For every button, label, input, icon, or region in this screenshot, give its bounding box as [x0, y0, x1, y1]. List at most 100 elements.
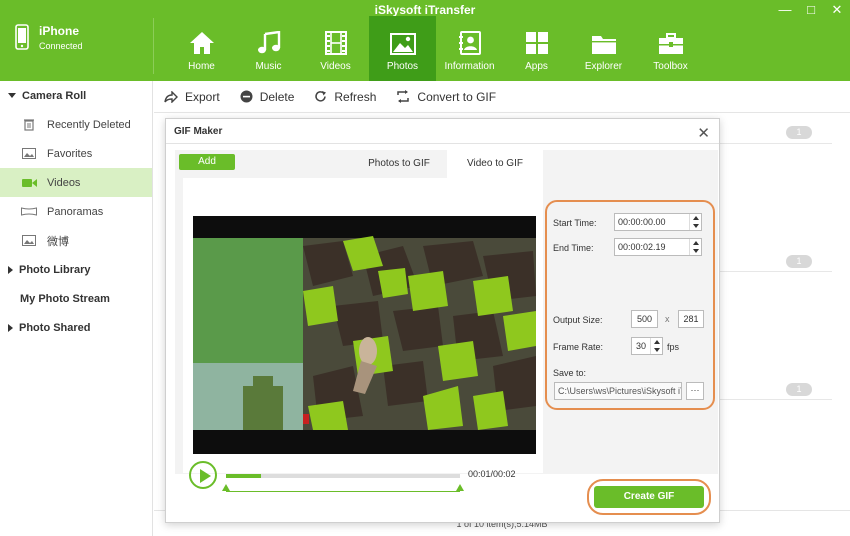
- nav-information[interactable]: Information: [436, 16, 503, 81]
- spinner-icon[interactable]: [650, 338, 662, 354]
- sidebar-item-recently-deleted[interactable]: Recently Deleted: [0, 110, 152, 139]
- tab-photos-to-gif[interactable]: Photos to GIF: [351, 150, 447, 178]
- home-icon: [189, 32, 214, 54]
- music-icon: [257, 31, 280, 54]
- tab-video-to-gif[interactable]: Video to GIF: [447, 150, 543, 178]
- nav-toolbox[interactable]: Toolbox: [637, 16, 704, 81]
- delete-icon: [240, 90, 253, 103]
- dialog-title: GIF Maker: [166, 119, 719, 144]
- trim-range: [226, 491, 460, 492]
- end-time-value: 00:00:02.19: [618, 242, 666, 252]
- nav-music[interactable]: Music: [235, 16, 302, 81]
- count-badge: 1: [786, 383, 812, 396]
- create-gif-button[interactable]: Create GIF: [594, 486, 704, 508]
- image-icon: [20, 235, 38, 246]
- nav-explorer[interactable]: Explorer: [570, 16, 637, 81]
- frame-rate-field[interactable]: 30: [631, 337, 663, 355]
- count-badge: 1: [786, 126, 812, 139]
- trim-end-handle[interactable]: [456, 484, 464, 491]
- nav-toolbox-label: Toolbox: [653, 61, 688, 72]
- sidebar-camera-roll-label: Camera Roll: [22, 89, 87, 102]
- save-to-label: Save to:: [553, 368, 587, 378]
- divider: [720, 143, 832, 144]
- sidebar-item-label: Favorites: [47, 147, 93, 160]
- device-status: Connected: [39, 41, 83, 51]
- nav-photos[interactable]: Photos: [369, 16, 436, 81]
- add-button[interactable]: Add: [179, 154, 235, 170]
- spinner-icon[interactable]: [689, 239, 701, 255]
- end-time-label: End Time:: [553, 243, 594, 253]
- window-controls: — □ ✕: [778, 2, 844, 18]
- refresh-button[interactable]: Refresh: [314, 90, 376, 104]
- convert-gif-button[interactable]: Convert to GIF: [396, 90, 496, 104]
- nav-videos[interactable]: Videos: [302, 16, 369, 81]
- apps-icon: [525, 32, 548, 54]
- spinner-icon[interactable]: [689, 214, 701, 230]
- sidebar-item-label: Recently Deleted: [47, 118, 131, 131]
- output-height-field[interactable]: 281: [678, 310, 704, 328]
- video-preview: [193, 216, 536, 454]
- maximize-button[interactable]: □: [804, 2, 818, 18]
- trash-icon: [20, 118, 38, 131]
- contacts-icon: [458, 31, 481, 55]
- nav-home[interactable]: Home: [168, 16, 235, 81]
- save-path-field[interactable]: C:\Users\ws\Pictures\iSkysoft iTra: [554, 382, 682, 400]
- toolbar: Export Delete Refresh Convert to GIF: [154, 81, 850, 113]
- sidebar: Camera Roll Recently Deleted Favorites V…: [0, 81, 153, 536]
- sidebar-photo-shared[interactable]: Photo Shared: [0, 313, 152, 342]
- delete-button[interactable]: Delete: [240, 89, 295, 104]
- sidebar-camera-roll[interactable]: Camera Roll: [0, 81, 152, 110]
- export-button[interactable]: Export: [164, 90, 220, 104]
- close-window-button[interactable]: ✕: [830, 2, 844, 18]
- divider: [153, 18, 154, 74]
- settings-highlight: [545, 200, 715, 410]
- device-info[interactable]: iPhone Connected: [15, 24, 83, 51]
- progress-bar[interactable]: [226, 474, 460, 478]
- image-icon: [20, 148, 38, 159]
- chevron-right-icon: [8, 265, 13, 274]
- convert-gif-label: Convert to GIF: [417, 89, 497, 104]
- browse-button[interactable]: ···: [686, 382, 704, 400]
- output-size-label: Output Size:: [553, 315, 603, 325]
- main-nav: Home Music Videos Photos Information App…: [168, 16, 704, 81]
- folder-icon: [591, 36, 616, 54]
- toolbox-icon: [658, 33, 683, 54]
- end-time-field[interactable]: 00:00:02.19: [614, 238, 702, 256]
- divider: [720, 271, 832, 272]
- sidebar-my-photo-stream[interactable]: My Photo Stream: [0, 284, 152, 313]
- play-button[interactable]: [189, 461, 217, 489]
- output-width-field[interactable]: 500: [631, 310, 658, 328]
- close-icon[interactable]: ✕: [697, 124, 710, 142]
- nav-explorer-label: Explorer: [584, 61, 623, 72]
- sidebar-item-favorites[interactable]: Favorites: [0, 139, 152, 168]
- start-time-label: Start Time:: [553, 218, 597, 228]
- nav-photos-label: Photos: [386, 61, 419, 72]
- delete-label: Delete: [259, 89, 295, 104]
- export-label: Export: [185, 89, 220, 104]
- refresh-icon: [315, 91, 327, 102]
- sidebar-item-panoramas[interactable]: Panoramas: [0, 197, 152, 226]
- nav-apps-label: Apps: [525, 61, 548, 72]
- sidebar-photo-library[interactable]: Photo Library: [0, 255, 152, 284]
- device-name: iPhone: [39, 24, 80, 38]
- minimize-button[interactable]: —: [778, 2, 792, 18]
- nav-information-label: Information: [444, 61, 495, 72]
- sidebar-photo-library-label: Photo Library: [19, 263, 91, 276]
- nav-music-label: Music: [255, 61, 282, 72]
- nav-apps[interactable]: Apps: [503, 16, 570, 81]
- trim-start-handle[interactable]: [222, 484, 230, 491]
- sidebar-photo-shared-label: Photo Shared: [19, 321, 91, 334]
- divider: [720, 399, 832, 400]
- video-panel: 00:01/00:02: [183, 178, 543, 492]
- sidebar-item-label: 微博: [47, 235, 69, 248]
- film-icon: [324, 31, 347, 55]
- sidebar-item-weibo[interactable]: 微博: [0, 226, 152, 255]
- start-time-field[interactable]: 00:00:00.00: [614, 213, 702, 231]
- app-title: iSkysoft iTransfer: [374, 3, 476, 17]
- time-display: 00:01/00:02: [468, 469, 516, 479]
- panorama-icon: [20, 207, 38, 216]
- size-separator: x: [665, 314, 670, 324]
- sidebar-item-videos[interactable]: Videos: [0, 168, 152, 197]
- phone-icon: [15, 24, 29, 50]
- start-time-value: 00:00:00.00: [618, 217, 666, 227]
